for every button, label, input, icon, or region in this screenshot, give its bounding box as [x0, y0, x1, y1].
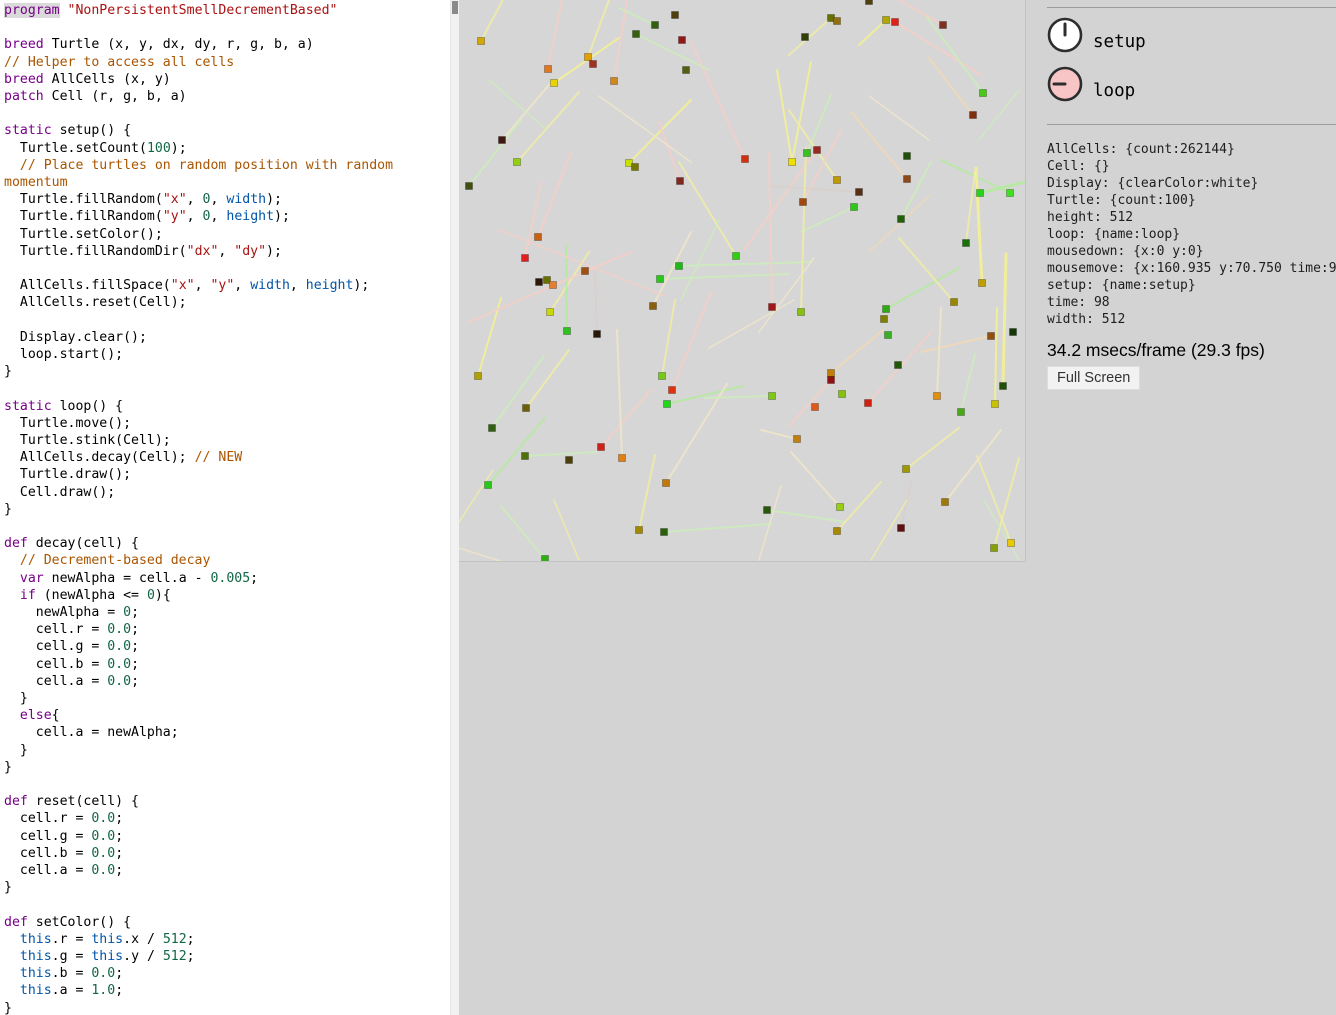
watch-line: height: 512 [1047, 209, 1336, 226]
code-line[interactable]: } [4, 879, 448, 896]
code-line[interactable]: } [4, 1000, 448, 1015]
code-line[interactable] [4, 105, 448, 122]
watch-line: loop: {name:loop} [1047, 226, 1336, 243]
fullscreen-button[interactable]: Full Screen [1047, 366, 1140, 390]
code-lines[interactable]: program "NonPersistentSmellDecrementBase… [0, 0, 450, 1015]
code-line[interactable]: breed AllCells (x, y) [4, 71, 448, 88]
code-line[interactable]: cell.b = 0.0; [4, 656, 448, 673]
code-line[interactable]: this.a = 1.0; [4, 982, 448, 999]
watch-line: time: 98 [1047, 294, 1336, 311]
code-line[interactable]: cell.r = 0.0; [4, 621, 448, 638]
control-panel: setup loop AllCells: {count:262144}Cell:… [1032, 0, 1336, 1015]
code-editor[interactable]: program "NonPersistentSmellDecrementBase… [0, 0, 450, 1015]
code-line[interactable]: cell.a = 0.0; [4, 862, 448, 879]
code-line[interactable]: Turtle.fillRandom("x", 0, width); [4, 191, 448, 208]
code-line[interactable]: if (newAlpha <= 0){ [4, 587, 448, 604]
watch-line: Display: {clearColor:white} [1047, 175, 1336, 192]
setup-button-label[interactable]: setup [1093, 32, 1146, 54]
watch-line: setup: {name:setup} [1047, 277, 1336, 294]
editor-scrollbar-thumb[interactable] [452, 1, 458, 14]
code-line[interactable]: this.b = 0.0; [4, 965, 448, 982]
code-line[interactable]: AllCells.reset(Cell); [4, 294, 448, 311]
code-line[interactable]: def reset(cell) { [4, 793, 448, 810]
code-line[interactable]: loop.start(); [4, 346, 448, 363]
code-line[interactable]: Turtle.setCount(100); [4, 140, 448, 157]
code-line[interactable]: } [4, 501, 448, 518]
code-line[interactable]: static loop() { [4, 398, 448, 415]
code-line[interactable] [4, 518, 448, 535]
setup-button[interactable]: setup [1046, 16, 1146, 54]
loop-button-label[interactable]: loop [1093, 81, 1135, 103]
divider-top [1047, 7, 1336, 8]
watch-line: AllCells: {count:262144} [1047, 141, 1336, 158]
watch-line: Cell: {} [1047, 158, 1336, 175]
code-line[interactable]: cell.g = 0.0; [4, 828, 448, 845]
watch-line: Turtle: {count:100} [1047, 192, 1336, 209]
code-line[interactable]: cell.a = newAlpha; [4, 724, 448, 741]
clock-icon[interactable] [1046, 16, 1084, 54]
code-line[interactable]: // Decrement-based decay [4, 552, 448, 569]
code-line[interactable]: var newAlpha = cell.a - 0.005; [4, 570, 448, 587]
code-line[interactable]: cell.r = 0.0; [4, 810, 448, 827]
turtle-layer [459, 0, 1025, 561]
code-line[interactable]: Turtle.fillRandom("y", 0, height); [4, 208, 448, 225]
code-line[interactable] [4, 19, 448, 36]
code-line[interactable]: this.r = this.x / 512; [4, 931, 448, 948]
code-line[interactable]: } [4, 759, 448, 776]
code-line[interactable]: Turtle.fillRandomDir("dx", "dy"); [4, 243, 448, 260]
code-line[interactable]: newAlpha = 0; [4, 604, 448, 621]
code-line[interactable]: AllCells.fillSpace("x", "y", width, heig… [4, 277, 448, 294]
code-line[interactable]: Turtle.setColor(); [4, 226, 448, 243]
code-line[interactable]: cell.b = 0.0; [4, 845, 448, 862]
code-line[interactable]: Turtle.draw(); [4, 466, 448, 483]
editor-scrollbar[interactable] [450, 0, 459, 1015]
app-root: { "editor": { "lines": [ [["kh","program… [0, 0, 1336, 1015]
code-line[interactable]: // Helper to access all cells [4, 54, 448, 71]
code-line[interactable]: } [4, 363, 448, 380]
code-line[interactable]: this.g = this.y / 512; [4, 948, 448, 965]
code-line[interactable]: // Place turtles on random position with… [4, 157, 448, 191]
code-line[interactable]: Cell.draw(); [4, 484, 448, 501]
watch-line: mousemove: {x:160.935 y:70.750 time:9 [1047, 260, 1336, 277]
code-line[interactable]: else{ [4, 707, 448, 724]
code-line[interactable] [4, 312, 448, 329]
performance-stats: 34.2 msecs/frame (29.3 fps) [1047, 340, 1265, 361]
code-line[interactable]: static setup() { [4, 122, 448, 139]
divider-mid [1047, 124, 1336, 125]
code-line[interactable]: def decay(cell) { [4, 535, 448, 552]
simulation-canvas[interactable] [459, 0, 1026, 562]
code-line[interactable]: def setColor() { [4, 914, 448, 931]
code-line[interactable]: cell.a = 0.0; [4, 673, 448, 690]
code-line[interactable] [4, 896, 448, 913]
code-line[interactable] [4, 380, 448, 397]
code-line[interactable]: Turtle.move(); [4, 415, 448, 432]
watch-list: AllCells: {count:262144}Cell: {}Display:… [1047, 141, 1336, 328]
watch-line: mousedown: {x:0 y:0} [1047, 243, 1336, 260]
code-line[interactable]: Turtle.stink(Cell); [4, 432, 448, 449]
code-line[interactable] [4, 776, 448, 793]
code-line[interactable]: patch Cell (r, g, b, a) [4, 88, 448, 105]
code-line[interactable]: } [4, 742, 448, 759]
watch-line: width: 512 [1047, 311, 1336, 328]
code-line[interactable]: Display.clear(); [4, 329, 448, 346]
code-line[interactable] [4, 260, 448, 277]
code-line[interactable]: breed Turtle (x, y, dx, dy, r, g, b, a) [4, 36, 448, 53]
code-line[interactable]: program "NonPersistentSmellDecrementBase… [4, 2, 448, 19]
code-line[interactable]: } [4, 690, 448, 707]
loop-button[interactable]: loop [1046, 65, 1135, 103]
code-line[interactable]: AllCells.decay(Cell); // NEW [4, 449, 448, 466]
clock-icon[interactable] [1046, 65, 1084, 103]
code-line[interactable]: cell.g = 0.0; [4, 638, 448, 655]
